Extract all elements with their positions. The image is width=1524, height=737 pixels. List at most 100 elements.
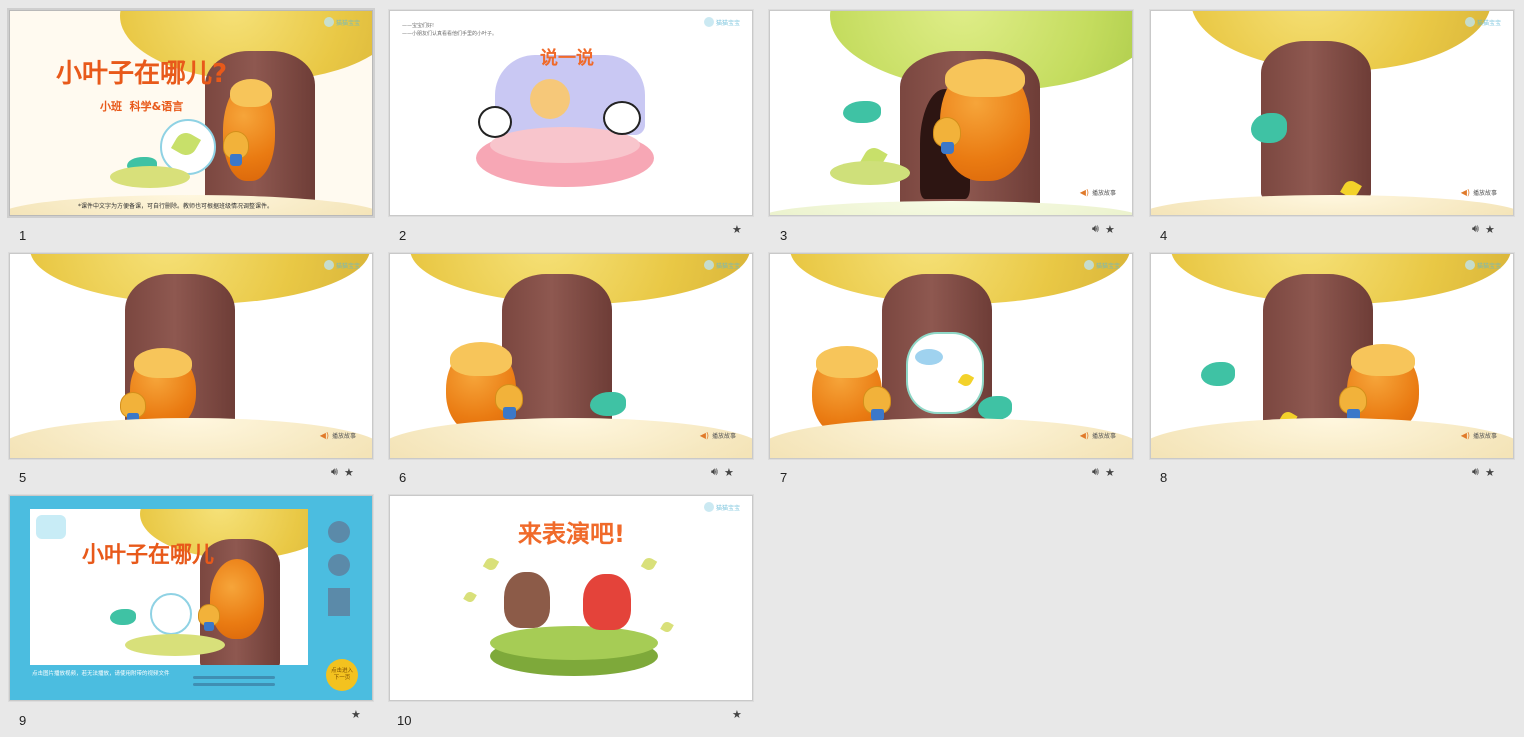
slide-title: 来表演吧! xyxy=(518,520,625,548)
play-story-button[interactable]: ◀) 播放故事 xyxy=(1080,188,1116,197)
logo-icon xyxy=(703,260,714,270)
video-control-button-1[interactable] xyxy=(328,521,350,543)
speaker-icon: 🔊︎ xyxy=(1092,222,1099,235)
slide-indicators: 🔊︎ ★ xyxy=(711,465,734,479)
slide-thumbnail-1[interactable]: 小叶子在哪儿? 小班 科学&语言 *课件中文字为方便备课，可自行删除。教师也可根… xyxy=(9,10,373,216)
logo: 猫猫宝宝 xyxy=(323,17,360,27)
video-control-button-2[interactable] xyxy=(328,554,350,576)
speaker-icon: ◀) xyxy=(319,431,329,440)
ground xyxy=(390,418,752,458)
squirrel-character xyxy=(1339,386,1367,421)
logo-icon xyxy=(323,260,334,270)
slide-note: *课件中文字为方便备课，可自行删除。教师也可根据班级情况调整课件。 xyxy=(78,203,274,210)
slide-number: 1 xyxy=(19,228,27,243)
speaker-icon: 🔊︎ xyxy=(711,465,718,478)
stage-top xyxy=(490,626,658,660)
panda-character xyxy=(583,574,631,630)
squirrel-character xyxy=(495,384,523,419)
slide-number: 10 xyxy=(397,713,412,728)
beehive-top xyxy=(945,59,1025,97)
slide-thumbnail-6[interactable]: ◀) 播放故事 猫猫宝宝 xyxy=(389,253,753,459)
cloud-in-bubble xyxy=(915,349,943,365)
slide-thumbnail-10[interactable]: 来表演吧! 猫猫宝宝 xyxy=(389,495,753,701)
slide-thumbnail-7[interactable]: ◀) 播放故事 猫猫宝宝 xyxy=(769,253,1133,459)
logo: 猫猫宝宝 xyxy=(703,17,740,27)
logo-icon xyxy=(323,17,334,27)
logo: 猫猫宝宝 xyxy=(703,502,740,512)
nest xyxy=(125,634,225,656)
speaker-icon: 🔊︎ xyxy=(331,465,338,478)
speaker-icon: ◀) xyxy=(699,431,709,440)
cat-center xyxy=(530,79,570,119)
star-icon: ★ xyxy=(732,707,742,721)
beehive-top xyxy=(230,79,272,107)
play-story-button[interactable]: ◀) 播放故事 xyxy=(320,431,356,440)
leaf-icon xyxy=(482,555,500,573)
ground xyxy=(1151,195,1513,215)
squirrel-character xyxy=(933,117,961,155)
speech-bubble xyxy=(150,593,192,635)
squirrel-character xyxy=(120,392,146,425)
bird-character xyxy=(1251,113,1287,143)
panda-right xyxy=(603,101,641,135)
slide-number: 3 xyxy=(780,228,788,243)
star-icon: ★ xyxy=(351,707,361,721)
logo-icon xyxy=(703,17,714,27)
bird-character xyxy=(1201,362,1235,386)
caption-bar-1 xyxy=(193,676,275,679)
slide-indicators: 🔊︎ ★ xyxy=(1472,465,1495,479)
star-icon: ★ xyxy=(732,222,742,236)
caption-bar-2 xyxy=(193,683,275,686)
slide-thumbnail-5[interactable]: ◀) 播放故事 猫猫宝宝 xyxy=(9,253,373,459)
leaf-icon xyxy=(660,620,674,634)
next-page-button[interactable]: 点击进入 下一页 xyxy=(326,659,358,691)
slide-number: 9 xyxy=(19,713,27,728)
logo-icon xyxy=(1464,260,1475,270)
slide-title: 小叶子在哪儿? xyxy=(56,59,228,89)
star-icon: ★ xyxy=(1104,465,1115,479)
beehive-top xyxy=(1351,344,1415,376)
slide-number: 4 xyxy=(1160,228,1168,243)
ground xyxy=(770,201,1132,215)
ground xyxy=(10,418,372,458)
play-story-button[interactable]: ◀) 播放故事 xyxy=(1080,431,1116,440)
slide-thumbnail-3[interactable]: ◀) 播放故事 xyxy=(769,10,1133,216)
video-control-panel[interactable] xyxy=(328,588,350,616)
slide-thumbnail-4[interactable]: ◀) 播放故事 猫猫宝宝 xyxy=(1150,10,1514,216)
logo: 猫猫宝宝 xyxy=(1464,260,1501,270)
speaker-icon: ◀) xyxy=(1079,431,1089,440)
squirrel-character xyxy=(863,386,891,421)
slide-indicators: 🔊︎ ★ xyxy=(1092,465,1115,479)
slide-note-2: ——小朋友们认真看看他们手里的小叶子。 xyxy=(402,31,498,37)
logo: 猫猫宝宝 xyxy=(703,260,740,270)
star-icon: ★ xyxy=(1484,222,1495,236)
play-story-button[interactable]: ◀) 播放故事 xyxy=(1461,431,1497,440)
speaker-icon: 🔊︎ xyxy=(1472,465,1479,478)
video-frame[interactable]: 小叶子在哪儿 xyxy=(30,509,308,665)
video-logo xyxy=(36,515,66,539)
speaker-icon: 🔊︎ xyxy=(1472,222,1479,235)
bird-character xyxy=(978,396,1012,420)
play-story-button[interactable]: ◀) 播放故事 xyxy=(700,431,736,440)
star-icon: ★ xyxy=(1104,222,1115,236)
logo-icon xyxy=(703,502,714,512)
beehive-top xyxy=(450,342,512,376)
star-icon: ★ xyxy=(1484,465,1495,479)
slide-note-1: ——宝宝们好! xyxy=(402,23,435,29)
ground xyxy=(1151,418,1513,458)
slide-thumbnail-2[interactable]: ——宝宝们好! ——小朋友们认真看看他们手里的小叶子。 说一说 猫猫宝宝 xyxy=(389,10,753,216)
slide-thumbnail-8[interactable]: ◀) 播放故事 猫猫宝宝 xyxy=(1150,253,1514,459)
nest xyxy=(830,161,910,185)
speaker-icon: ◀) xyxy=(1460,188,1470,197)
play-story-button[interactable]: ◀) 播放故事 xyxy=(1461,188,1497,197)
slide-thumbnail-9[interactable]: 小叶子在哪儿 点击图片播放视频，若无法播放，请使用附带的视频文件 点击进入 下一… xyxy=(9,495,373,701)
slide-number: 2 xyxy=(399,228,407,243)
logo-icon xyxy=(1464,17,1475,27)
star-icon: ★ xyxy=(723,465,734,479)
video-caption: 点击图片播放视频，若无法播放，请使用附带的视频文件 xyxy=(32,671,170,677)
beehive xyxy=(210,559,264,639)
panda-left xyxy=(478,106,512,138)
slide-number: 7 xyxy=(780,470,788,485)
beehive-top xyxy=(134,348,192,378)
slide-indicators: ★ xyxy=(732,707,742,721)
